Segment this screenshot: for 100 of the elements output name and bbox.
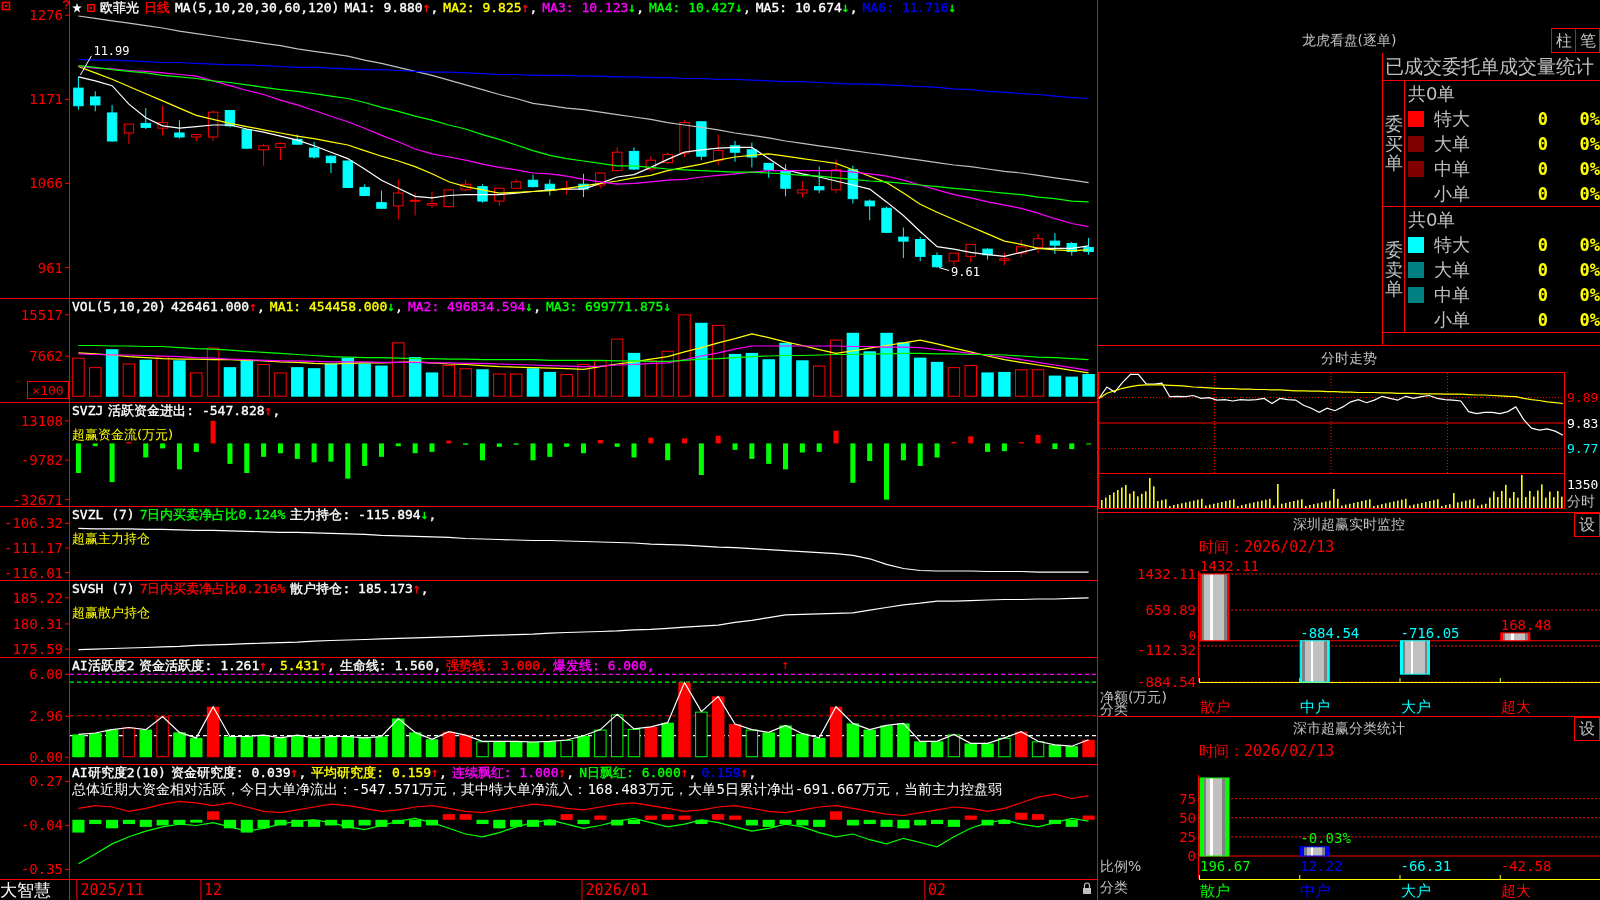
indicator-reading: 426461.000↑, (170, 299, 265, 315)
indicator-reading: MA1: 454458.000↓, (269, 299, 403, 315)
indicator-reading: 平均研究度: 0.159↑, (311, 765, 447, 781)
indicator-reading: MA4: 10.427↓, (649, 0, 751, 16)
axis-title: 分类 (1100, 879, 1128, 895)
brand-name: 大智慧 (0, 880, 52, 900)
axis-tick-label: 0 (1187, 848, 1196, 864)
category-label: 中户 (1300, 882, 1331, 900)
category-label: 大户 (1400, 698, 1431, 716)
axis-tick-label: 9.83 (1567, 415, 1599, 431)
axis-tick-label: 0.27 (29, 773, 63, 790)
axis-tick-label: 1276 (29, 7, 63, 24)
order-size-label: 中单 (1434, 156, 1471, 181)
indicator-subtitle: 超赢主力持仓 (72, 531, 150, 547)
order-percent: 0% (1578, 133, 1600, 154)
category-label: 超大 (1500, 882, 1531, 900)
indicator-reading: N日飘红: 6.000↑, (579, 765, 697, 781)
group-label: 委买单 (1384, 113, 1403, 174)
group-label: 委卖单 (1384, 239, 1403, 300)
indicator-reading: 7日内买卖净占比0.124% (139, 507, 286, 523)
order-count: 0 (1536, 259, 1548, 280)
analysis-summary: 总体近期大资金相对活跃，今日大单净流出：-547.571万元，其中特大单净流入：168.483万元，大单5日累计净出-691.667万元，当前主力控盘弱 (72, 781, 1003, 798)
axis-tick-label: -111.17 (4, 540, 63, 556)
group-total: 共0单 (1407, 208, 1456, 232)
order-size-label: 小单 (1434, 181, 1471, 206)
order-percent: 0% (1578, 284, 1600, 305)
bar-value-label: -716.05 (1400, 624, 1460, 641)
axis-tick-label: 1066 (29, 175, 63, 192)
timestamp: 时间：2026/02/13 (1199, 537, 1335, 557)
axis-tick-label: 961 (37, 259, 63, 276)
indicator-reading: 资金研究度: 0.039↑, (170, 765, 307, 781)
indicator-reading: 强势线: 3.000, (446, 658, 548, 674)
panel-title: 深市超赢分类统计 (1293, 720, 1405, 738)
axis-tick-label: 0 (1188, 628, 1196, 643)
axis-tick-label: 9.89 (1567, 390, 1599, 406)
group-total: 共0单 (1407, 82, 1456, 106)
category-label: 大户 (1400, 882, 1431, 900)
indicator-reading: 资金活跃度: 1.261↑, (139, 658, 275, 674)
axis-title: 分时 (1567, 493, 1595, 509)
axis-tick-label: 180.31 (12, 615, 63, 632)
axis-tick-label: -9782 (20, 452, 63, 469)
indicator-subtitle: 超赢散户持仓 (72, 605, 150, 621)
amount-label: -42.58 (1500, 858, 1552, 874)
bar-annotation: -0.03% (1300, 829, 1351, 846)
order-size-label: 大单 (1434, 131, 1471, 156)
order-percent: 0% (1578, 309, 1600, 330)
axis-title: 净额(万元) (1100, 689, 1167, 705)
order-size-label: 小单 (1434, 307, 1471, 332)
indicator-reading: MA2: 496834.594↓, (407, 299, 541, 315)
category-label: 中户 (1300, 698, 1331, 716)
panel-title: 深圳超赢实时监控 (1293, 516, 1405, 534)
indicator-reading: MA(5,10,20,30,60,120) (175, 0, 340, 16)
bar-value-label: 168.48 (1500, 616, 1552, 633)
price-annotation: 11.99 (93, 43, 130, 58)
indicator-reading: 0.159↑, (701, 765, 757, 781)
order-count: 0 (1536, 183, 1548, 204)
order-count: 0 (1536, 158, 1548, 179)
bar-value-label: 1432.11 (1200, 558, 1259, 574)
indicator-reading: SVSH (7) (72, 581, 135, 597)
category-label: 超大 (1500, 698, 1531, 716)
indicator-reading: AI活跃度2 (72, 658, 135, 674)
bar-value-label: -884.54 (1300, 624, 1360, 641)
axis-tick-label: 15517 (20, 306, 63, 323)
indicator-reading: AI研究度2(10) (72, 765, 166, 781)
axis-title: 比例% (1100, 858, 1142, 874)
indicator-reading: 生命线: 1.560, (339, 658, 442, 674)
indicator-reading: MA1: 9.880↑, (344, 0, 439, 16)
table-title: 已成交委托单成交量统计 (1383, 53, 1600, 81)
date-label: 2025/11 (80, 881, 144, 899)
indicator-reading: MA5: 10.674↓, (755, 0, 858, 16)
axis-tick-label: 1432.11 (1137, 566, 1196, 582)
indicator-subtitle: 超赢资金流(万元) (72, 427, 174, 443)
order-size-label: 特大 (1434, 106, 1471, 131)
order-size-label: 大单 (1434, 257, 1471, 282)
category-label: 散户 (1200, 698, 1230, 716)
order-count: 0 (1536, 284, 1548, 305)
axis-tick-label: -0.35 (20, 861, 63, 878)
order-size-label: 中单 (1434, 282, 1471, 307)
axis-tick-label: 9.77 (1567, 440, 1599, 456)
axis-tick-label: 75 (1179, 790, 1196, 807)
indicator-reading: 爆发线: 6.000, (553, 658, 655, 674)
order-count: 0 (1536, 133, 1548, 154)
order-count: 0 (1536, 234, 1548, 255)
panel-title: 分时走势 (1321, 350, 1377, 368)
axis-tick-label: 659.89 (1145, 602, 1196, 618)
indicator-reading: 7日内买卖净占比0.216% (139, 581, 286, 597)
order-percent: 0% (1578, 183, 1600, 204)
axis-tick-label: 175.59 (12, 641, 63, 657)
axis-tick-label: -112.32 (1137, 641, 1196, 658)
indicator-reading: 欧菲光 (100, 0, 139, 16)
axis-tick-label: 50 (1179, 809, 1196, 826)
unit-label: ×100 (27, 381, 69, 399)
indicator-reading: VOL(5,10,20) (72, 299, 166, 315)
order-count: 0 (1536, 309, 1548, 330)
axis-tick-label: 2.96 (29, 708, 63, 725)
signal-arrow: ↑ (781, 658, 790, 672)
indicator-reading: MA6: 11.716↓ (862, 0, 957, 16)
date-label: 02 (928, 881, 947, 899)
axis-tick-label: 7662 (29, 348, 63, 365)
axis-tick-label: -106.32 (4, 515, 63, 532)
